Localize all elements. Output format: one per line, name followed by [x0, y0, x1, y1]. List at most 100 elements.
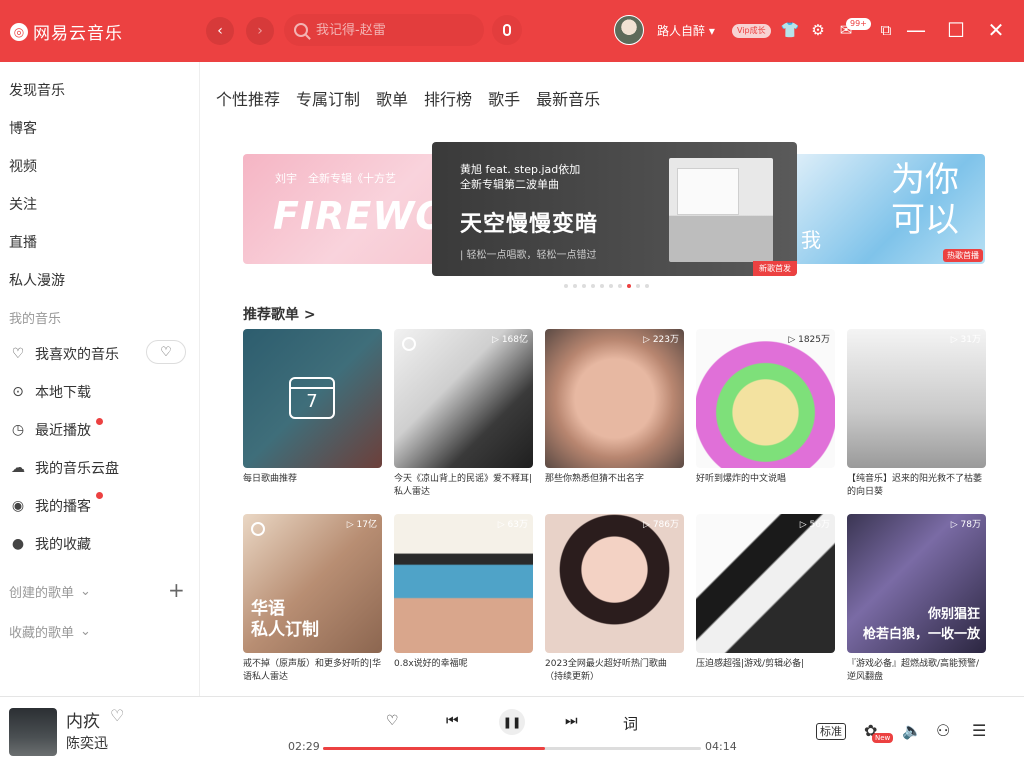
- podcast-notification-dot: [96, 492, 103, 499]
- playlist-card[interactable]: 7 每日歌曲推荐: [243, 329, 382, 504]
- banner-dot[interactable]: [618, 284, 622, 288]
- sidebar-item-collection[interactable]: ● 我的收藏: [9, 534, 91, 554]
- clock-icon: ◷: [11, 422, 25, 438]
- banner-dot[interactable]: [591, 284, 595, 288]
- song-title[interactable]: 内疚: [66, 707, 100, 732]
- sidebar-item-cloud[interactable]: ☁ 我的音乐云盘: [9, 458, 119, 478]
- discover-tabs: 个性推荐 专属订制 歌单 排行榜 歌手 最新音乐: [216, 86, 600, 110]
- sidebar-item-label: 我喜欢的音乐: [35, 347, 119, 363]
- sidebar-item-live[interactable]: 直播: [9, 232, 37, 252]
- app-name: 网易云音乐: [33, 24, 123, 44]
- created-playlists-label: 创建的歌单: [9, 586, 75, 601]
- close-button[interactable]: ✕: [984, 18, 1008, 42]
- app-logo[interactable]: ◎ 网易云音乐: [10, 19, 123, 44]
- sidebar-item-follow[interactable]: 关注: [9, 194, 37, 214]
- playlist-cover: ▷ 63万: [394, 514, 533, 653]
- playlist-card[interactable]: ▷ 63万 0.8x说好的幸福呢: [394, 514, 533, 689]
- sidebar-item-discover[interactable]: 发现音乐: [9, 80, 65, 100]
- sidebar-item-video[interactable]: 视频: [9, 156, 37, 176]
- maximize-button[interactable]: ☐: [944, 18, 968, 42]
- collected-playlists-heading[interactable]: 收藏的歌单 ⌄: [9, 622, 91, 641]
- like-song-icon[interactable]: ♡: [110, 706, 124, 725]
- playlist-card[interactable]: ▷ 31万 【纯音乐】迟来的阳光救不了枯萎的向日葵: [847, 329, 986, 504]
- banner-dot[interactable]: [609, 284, 613, 288]
- playlist-card[interactable]: ▷ 168亿 今天《凉山背上的民谣》爱不释耳|私人雷达: [394, 329, 533, 504]
- create-playlist-button[interactable]: +: [168, 578, 185, 602]
- banner-right[interactable]: 为你 可以 我 热歌首播: [791, 154, 985, 264]
- download-icon: ⊙: [12, 384, 24, 400]
- volume-icon[interactable]: 🔈: [902, 721, 922, 740]
- minimize-button[interactable]: —: [904, 18, 928, 42]
- tab-playlists[interactable]: 歌单: [376, 86, 408, 110]
- tab-artists[interactable]: 歌手: [488, 86, 520, 110]
- banner-left-text: 刘宇 全新专辑《十方艺: [275, 172, 396, 185]
- settings-icon[interactable]: ⚙: [808, 20, 828, 40]
- tab-charts[interactable]: 排行榜: [424, 86, 472, 110]
- playlist-cover: ▷ 31万: [847, 329, 986, 468]
- banner-dot[interactable]: [573, 284, 577, 288]
- banner-dot[interactable]: [564, 284, 568, 288]
- heartbeat-mode-button[interactable]: ♡: [146, 340, 186, 364]
- tab-custom[interactable]: 专属订制: [296, 86, 360, 110]
- pause-button[interactable]: ❚❚: [499, 709, 525, 735]
- search-box[interactable]: [284, 14, 484, 46]
- playlist-caption: 【纯音乐】迟来的阳光救不了枯萎的向日葵: [847, 474, 983, 497]
- previous-track-button[interactable]: ⏮: [446, 713, 459, 729]
- sidebar-item-podcast[interactable]: ◉ 我的播客: [9, 496, 91, 516]
- chevron-down-icon: ⌄: [80, 624, 91, 639]
- artist-name[interactable]: 陈奕迅: [66, 733, 108, 753]
- playlist-caption: 压迫感超强|游戏/剪辑必备|: [696, 659, 805, 669]
- user-avatar[interactable]: [614, 15, 644, 45]
- playlist-queue-icon[interactable]: ☰: [972, 721, 986, 740]
- sidebar-item-downloads[interactable]: ⊙ 本地下载: [9, 382, 91, 402]
- quality-button[interactable]: 标准: [816, 723, 846, 740]
- playlist-card[interactable]: ▷ 56万 压迫感超强|游戏/剪辑必备|: [696, 514, 835, 689]
- sidebar-item-liked[interactable]: ♡ 我喜欢的音乐: [9, 344, 119, 364]
- banner-right-text: 我: [801, 228, 821, 252]
- play-count: ▷ 223万: [643, 335, 679, 345]
- banner-dot[interactable]: [645, 284, 649, 288]
- sidebar-item-roaming[interactable]: 私人漫游: [9, 270, 65, 290]
- listen-together-icon[interactable]: ⚇: [936, 721, 950, 740]
- progress-bar[interactable]: [323, 747, 701, 750]
- voice-search-button[interactable]: [492, 15, 522, 45]
- mini-mode-icon[interactable]: ⧉: [876, 20, 896, 40]
- skin-icon[interactable]: 👕: [780, 20, 800, 40]
- play-count: ▷ 31万: [950, 335, 981, 345]
- recent-notification-dot: [96, 418, 103, 425]
- playlist-cover: ▷ 168亿: [394, 329, 533, 468]
- playlist-card[interactable]: ▷ 223万 那些你熟悉但猜不出名字: [545, 329, 684, 504]
- banner-center[interactable]: 黄旭 feat. step.jad依加 全新专辑第二波单曲 天空慢慢变暗 | 轻…: [432, 142, 797, 276]
- tab-personal[interactable]: 个性推荐: [216, 86, 280, 110]
- banner-dot[interactable]: [600, 284, 604, 288]
- next-track-button[interactable]: ⏭: [565, 713, 578, 729]
- playlist-card[interactable]: ▷ 17亿 华语 私人订制 戒不掉（原声版）和更多好听的|华语私人雷达: [243, 514, 382, 689]
- username-dropdown[interactable]: 路人自醉 ▾: [657, 22, 715, 39]
- vip-badge[interactable]: Vip成长: [732, 24, 771, 38]
- banner-center-photo: [669, 158, 773, 262]
- tab-new-music[interactable]: 最新音乐: [536, 86, 600, 110]
- back-button[interactable]: ‹: [206, 17, 234, 45]
- playlist-card[interactable]: ▷ 78万 你别猖狂 枪若白狼，一收一放 『游戏必备』超燃战歌/高能预警/逆风翻…: [847, 514, 986, 689]
- sidebar-item-recent[interactable]: ◷ 最近播放: [9, 420, 91, 440]
- user-icon: ●: [11, 536, 25, 552]
- playlist-card[interactable]: ▷ 1825万 好听到爆炸的中文说唱: [696, 329, 835, 504]
- banner-dot[interactable]: [627, 284, 631, 288]
- cover-overlay-text: 你别猖狂 枪若白狼，一收一放: [862, 607, 980, 642]
- recommended-playlists-title[interactable]: 推荐歌单 >: [243, 304, 316, 324]
- playlist-cover: ▷ 223万: [545, 329, 684, 468]
- search-input[interactable]: [316, 22, 466, 38]
- heartbeat-mode-icon[interactable]: ♡: [386, 713, 399, 729]
- banner-pagination: [564, 284, 649, 288]
- now-playing-cover[interactable]: [9, 708, 57, 756]
- sidebar-item-blog[interactable]: 博客: [9, 118, 37, 138]
- banner-left[interactable]: 刘宇 全新专辑《十方艺 FIREWO: [243, 154, 453, 264]
- forward-button[interactable]: ›: [246, 17, 274, 45]
- username-label: 路人自醉: [657, 24, 706, 38]
- progress-fill: [323, 747, 545, 750]
- lyrics-button[interactable]: 词: [623, 713, 638, 734]
- created-playlists-heading[interactable]: 创建的歌单 ⌄: [9, 582, 91, 601]
- banner-dot[interactable]: [582, 284, 586, 288]
- banner-dot[interactable]: [636, 284, 640, 288]
- playlist-card[interactable]: ▷ 786万 2023全网最火超好听热门歌曲（持续更新）: [545, 514, 684, 689]
